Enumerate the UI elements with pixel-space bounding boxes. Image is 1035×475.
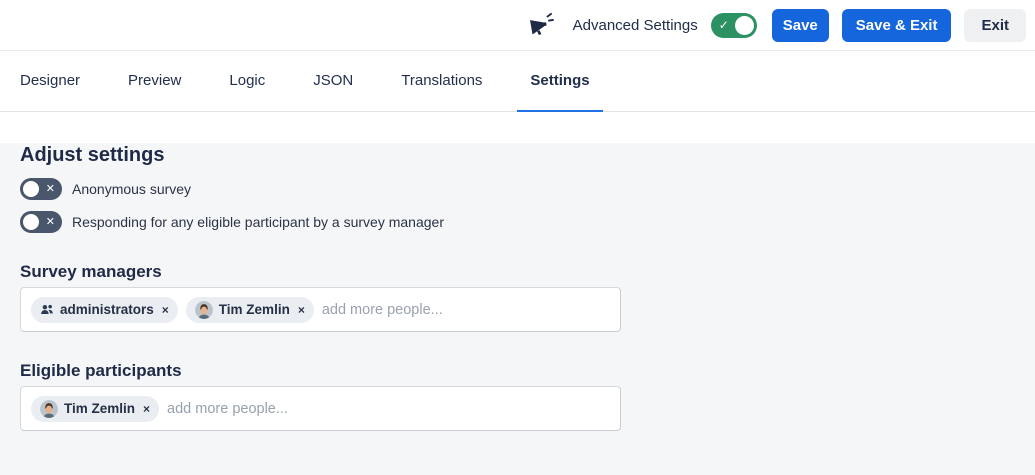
megaphone-icon (526, 10, 554, 40)
remove-tag-icon[interactable]: × (162, 304, 169, 316)
anonymous-survey-toggle[interactable]: ✕ (20, 178, 62, 200)
save-and-exit-button[interactable]: Save & Exit (842, 9, 952, 42)
toggle-knob (23, 214, 39, 230)
page-title: Adjust settings (20, 143, 1015, 167)
tag-label: Tim Zemlin (219, 302, 290, 317)
responding-for-participant-toggle[interactable]: ✕ (20, 211, 62, 233)
tab-translations[interactable]: Translations (388, 51, 495, 112)
avatar (40, 400, 58, 418)
responding-for-participant-label: Responding for any eligible participant … (72, 214, 444, 230)
advanced-settings-toggle[interactable]: ✓ (711, 13, 757, 38)
eligible-participants-title: Eligible participants (20, 360, 1015, 381)
tag-tim-zemlin: Tim Zemlin × (186, 297, 314, 323)
top-toolbar: Advanced Settings ✓ Save Save & Exit Exi… (0, 0, 1035, 51)
avatar (195, 301, 213, 319)
tag-label: administrators (60, 302, 154, 317)
exit-button[interactable]: Exit (964, 9, 1026, 42)
responding-for-participant-row: ✕ Responding for any eligible participan… (20, 211, 1015, 233)
survey-managers-input-box[interactable]: administrators × Tim Zemlin × (20, 287, 621, 332)
group-icon (40, 303, 54, 317)
tab-preview[interactable]: Preview (115, 51, 194, 112)
tag-tim-zemlin: Tim Zemlin × (31, 396, 159, 422)
toggle-knob (735, 16, 754, 35)
tab-bar: Designer Preview Logic JSON Translations… (0, 51, 1035, 112)
x-icon: ✕ (46, 215, 55, 229)
tag-label: Tim Zemlin (64, 401, 135, 416)
remove-tag-icon[interactable]: × (143, 403, 150, 415)
x-icon: ✕ (46, 182, 55, 196)
tab-logic[interactable]: Logic (216, 51, 278, 112)
tag-administrators: administrators × (31, 297, 178, 323)
eligible-participants-input-box[interactable]: Tim Zemlin × (20, 386, 621, 431)
tab-settings[interactable]: Settings (517, 51, 602, 112)
toggle-knob (23, 181, 39, 197)
save-button[interactable]: Save (772, 9, 829, 42)
survey-managers-title: Survey managers (20, 261, 1015, 282)
settings-panel: Adjust settings ✕ Anonymous survey ✕ Res… (0, 143, 1035, 475)
advanced-settings-label: Advanced Settings (573, 17, 698, 34)
remove-tag-icon[interactable]: × (298, 304, 305, 316)
add-survey-manager-input[interactable] (322, 302, 610, 318)
check-icon: ✓ (719, 18, 729, 32)
add-eligible-participant-input[interactable] (167, 401, 610, 417)
anonymous-survey-row: ✕ Anonymous survey (20, 178, 1015, 200)
tab-designer[interactable]: Designer (7, 51, 93, 112)
anonymous-survey-label: Anonymous survey (72, 181, 191, 197)
tab-json[interactable]: JSON (300, 51, 366, 112)
